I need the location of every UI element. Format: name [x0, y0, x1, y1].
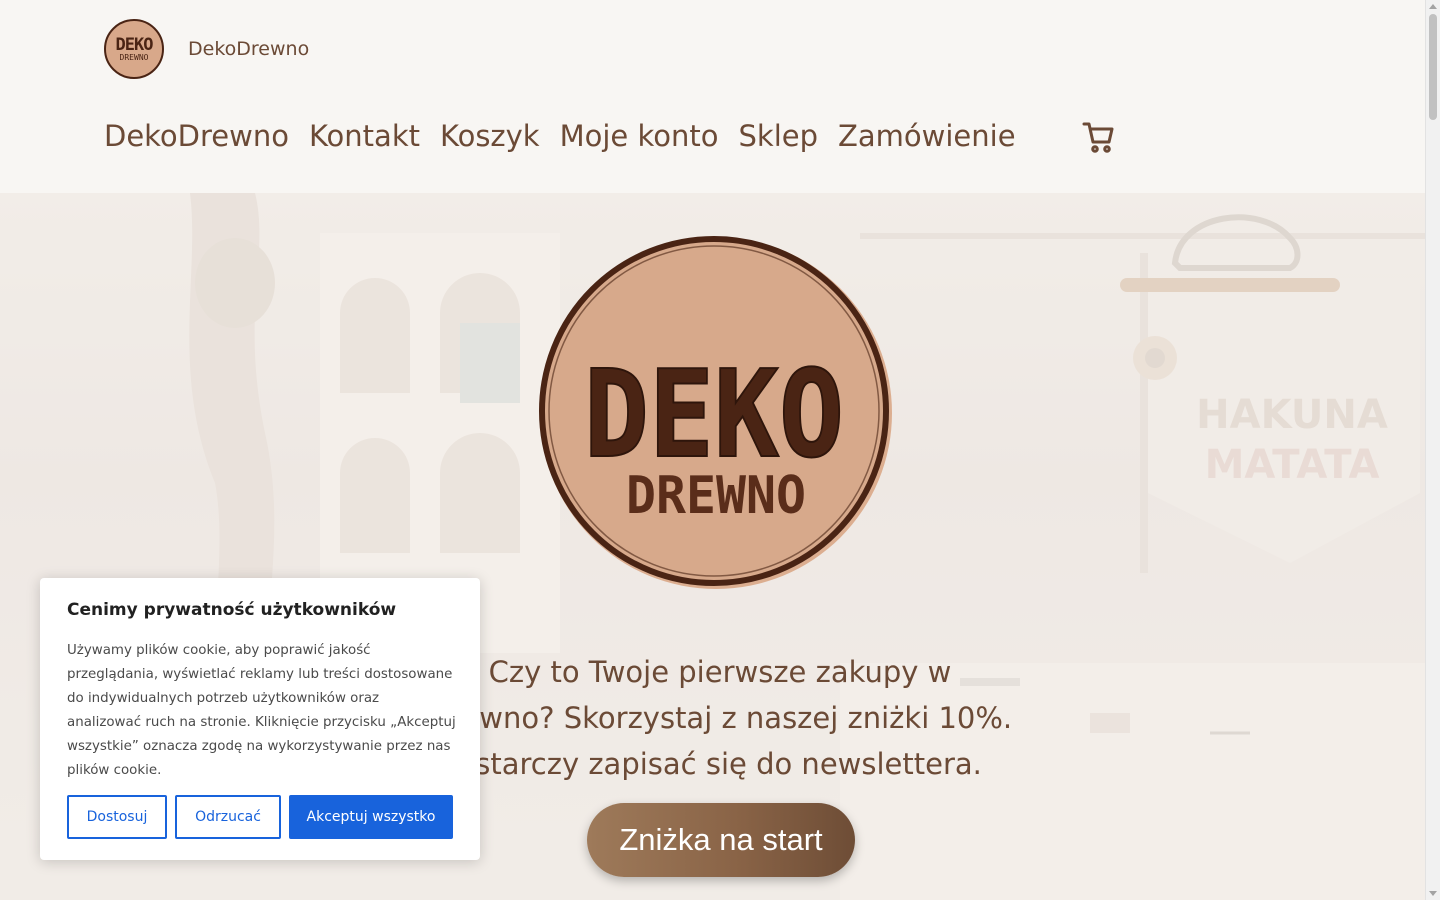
site-header: DEKO DREWNO DekoDrewno DekoDrewno Kontak…: [0, 0, 1425, 193]
nav-item-koszyk[interactable]: Koszyk: [440, 116, 540, 156]
scroll-up-arrow-icon[interactable]: [1429, 4, 1437, 9]
hero-text-line-1: Czy to Twoje pierwsze zakupy w: [488, 655, 952, 689]
brand-logo-line2: DREWNO: [119, 52, 149, 62]
brand-name[interactable]: DekoDrewno: [188, 38, 309, 60]
nav-item-moje-konto[interactable]: Moje konto: [560, 116, 719, 156]
nav-item-kontakt[interactable]: Kontakt: [309, 116, 420, 156]
scrollbar-thumb[interactable]: [1429, 14, 1437, 120]
cart-icon[interactable]: [1082, 120, 1114, 154]
cookie-consent-banner: Cenimy prywatność użytkowników Używamy p…: [40, 578, 480, 860]
cookie-buttons: Dostosuj Odrzucać Akceptuj wszystko: [67, 795, 453, 839]
discount-button[interactable]: Zniżka na start: [587, 803, 855, 877]
brand-logo[interactable]: DEKO DREWNO: [104, 19, 164, 79]
cookie-accept-button[interactable]: Akceptuj wszystko: [289, 795, 453, 839]
main-nav: DekoDrewno Kontakt Koszyk Moje konto Skl…: [104, 116, 1036, 156]
brand-logo-line1: DEKO: [115, 34, 154, 55]
cookie-reject-button[interactable]: Odrzucać: [175, 795, 281, 839]
cookie-title: Cenimy prywatność użytkowników: [67, 600, 397, 620]
nav-item-sklep[interactable]: Sklep: [739, 116, 819, 156]
nav-item-dekodrewno[interactable]: DekoDrewno: [104, 116, 289, 156]
hero-text-line-3: ystarczy zapisać się do newslettera.: [458, 747, 982, 781]
hero-logo-line1: DEKO: [584, 346, 844, 485]
hero-text-line-2: Drewno? Skorzystaj z naszej zniżki 10%.: [427, 701, 1013, 735]
hero-promo-text: Czy to Twoje pierwsze zakupy w Drewno? S…: [420, 649, 1020, 787]
brand[interactable]: DEKO DREWNO DekoDrewno: [104, 19, 309, 79]
hero-logo-line2: DREWNO: [626, 466, 806, 526]
hero-logo: DEKO DREWNO: [539, 236, 892, 589]
cookie-description: Używamy plików cookie, aby poprawić jako…: [67, 643, 456, 778]
cookie-customize-button[interactable]: Dostosuj: [67, 795, 167, 839]
page-scrollbar[interactable]: [1425, 0, 1440, 900]
nav-item-zamowienie[interactable]: Zamówienie: [838, 116, 1016, 156]
scroll-down-arrow-icon[interactable]: [1429, 891, 1437, 896]
